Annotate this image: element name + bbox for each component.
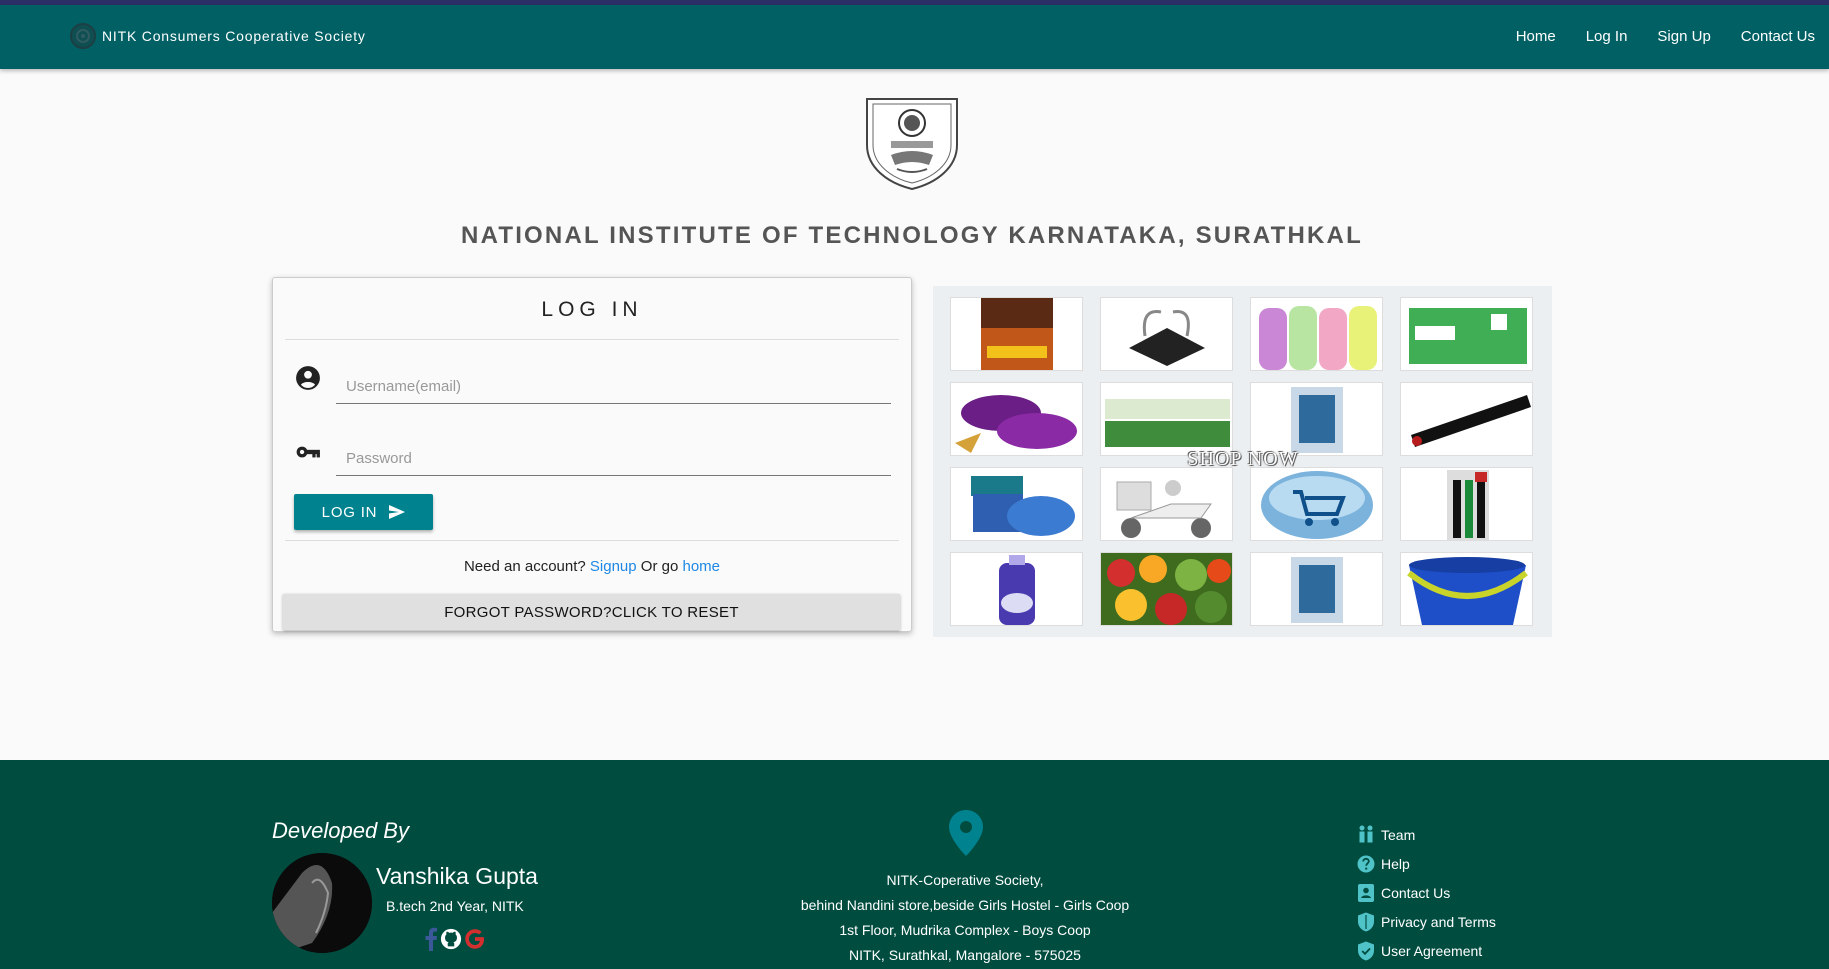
product-tile-pen-bag xyxy=(1400,382,1533,456)
location-pin-icon xyxy=(949,810,983,856)
footer: Developed By Vanshika Gupta B.tech 2nd Y… xyxy=(0,760,1829,969)
product-tile-delivery-scooter xyxy=(1100,467,1233,541)
address-line: 1st Floor, Mudrika Complex - Boys Coop xyxy=(839,922,1091,938)
home-link[interactable]: home xyxy=(682,558,720,575)
nav-login[interactable]: Log In xyxy=(1586,28,1628,45)
nitk-logo-icon xyxy=(70,23,96,49)
login-card: LOG IN LOG IN Need an account? Signup Or… xyxy=(272,277,912,632)
institute-heading: NATIONAL INSTITUTE OF TECHNOLOGY KARNATA… xyxy=(461,222,1363,249)
social-links xyxy=(424,927,486,951)
or-go-text: Or go xyxy=(640,558,679,575)
developer-avatar xyxy=(272,853,372,953)
product-tile-pens-pack xyxy=(1400,467,1533,541)
forgot-password-button[interactable]: FORGOT PASSWORD?CLICK TO RESET xyxy=(283,594,900,630)
nav-contact[interactable]: Contact Us xyxy=(1741,28,1815,45)
footer-links: Team Help Contact Us Privacy and Terms U… xyxy=(1357,820,1496,965)
product-tile-eclairs-candy xyxy=(950,382,1083,456)
footer-link-agreement[interactable]: User Agreement xyxy=(1357,936,1496,965)
footer-link-label: Contact Us xyxy=(1381,884,1451,901)
facebook-icon[interactable] xyxy=(424,927,438,951)
developer-role: B.tech 2nd Year, NITK xyxy=(386,898,524,914)
address-line: NITK, Surathkal, Mangalore - 575025 xyxy=(849,947,1081,963)
navbar: NITK Consumers Cooperative Society Home … xyxy=(0,5,1829,69)
footer-link-team[interactable]: Team xyxy=(1357,820,1496,849)
account-prompt-text: Need an account? xyxy=(463,558,586,575)
address-block: NITK-Coperative Society, behind Nandini … xyxy=(765,868,1165,968)
shop-now-overlay[interactable]: SHOP NOW xyxy=(1163,448,1323,474)
footer-link-contact[interactable]: Contact Us xyxy=(1357,878,1496,907)
product-tile-nacho-crisps xyxy=(950,297,1083,371)
developed-by-heading: Developed By xyxy=(272,818,409,843)
address-line: NITK-Coperative Society, xyxy=(886,872,1044,888)
send-icon xyxy=(389,505,406,519)
login-button[interactable]: LOG IN xyxy=(294,494,433,530)
product-tile-soap-pack xyxy=(1400,297,1533,371)
username-input[interactable] xyxy=(336,364,891,404)
product-tile-neem-toothpaste xyxy=(1100,382,1233,456)
footer-link-label: Privacy and Terms xyxy=(1381,913,1496,930)
github-icon[interactable] xyxy=(440,928,462,950)
signup-link[interactable]: Signup xyxy=(590,558,637,575)
product-tile-razor-pack-2 xyxy=(1250,552,1383,626)
account-circle-icon xyxy=(296,366,320,390)
nav-links: Home Log In Sign Up Contact Us xyxy=(1516,28,1815,45)
developer-name: Vanshika Gupta xyxy=(376,863,538,889)
login-button-label: LOG IN xyxy=(321,503,378,521)
nav-home[interactable]: Home xyxy=(1516,28,1556,45)
shop-cart-button[interactable] xyxy=(1250,467,1383,541)
login-title: LOG IN xyxy=(541,298,643,321)
institute-emblem-icon xyxy=(866,98,958,191)
contact-card-icon xyxy=(1358,883,1374,902)
brand[interactable]: NITK Consumers Cooperative Society xyxy=(70,23,366,49)
product-tile-vaporub-jar xyxy=(950,467,1083,541)
password-input[interactable] xyxy=(336,436,891,476)
footer-link-privacy[interactable]: Privacy and Terms xyxy=(1357,907,1496,936)
nav-signup[interactable]: Sign Up xyxy=(1657,28,1710,45)
shield-icon xyxy=(1358,912,1374,931)
key-icon xyxy=(296,446,320,458)
footer-link-label: Help xyxy=(1381,855,1410,872)
product-tile-water-bottles xyxy=(1250,297,1383,371)
product-tile-detergent-bottle xyxy=(950,552,1083,626)
address-line: behind Nandini store,beside Girls Hostel… xyxy=(800,897,1130,913)
product-tile-razor-pack xyxy=(1250,382,1383,456)
product-tile-bucket xyxy=(1400,552,1533,626)
google-icon[interactable] xyxy=(464,928,486,950)
brand-title: NITK Consumers Cooperative Society xyxy=(102,28,366,44)
divider xyxy=(285,339,899,340)
footer-link-label: Team xyxy=(1381,826,1416,843)
footer-link-help[interactable]: Help xyxy=(1357,849,1496,878)
divider xyxy=(285,540,899,541)
product-tile-binder-clips xyxy=(1100,297,1233,371)
footer-link-label: User Agreement xyxy=(1381,942,1483,959)
account-prompt: Need an account? Signup Or go home xyxy=(273,558,911,575)
team-icon xyxy=(1359,825,1373,842)
verified-shield-icon xyxy=(1358,941,1374,960)
product-tile-vegetables xyxy=(1100,552,1233,626)
help-icon xyxy=(1357,855,1375,872)
